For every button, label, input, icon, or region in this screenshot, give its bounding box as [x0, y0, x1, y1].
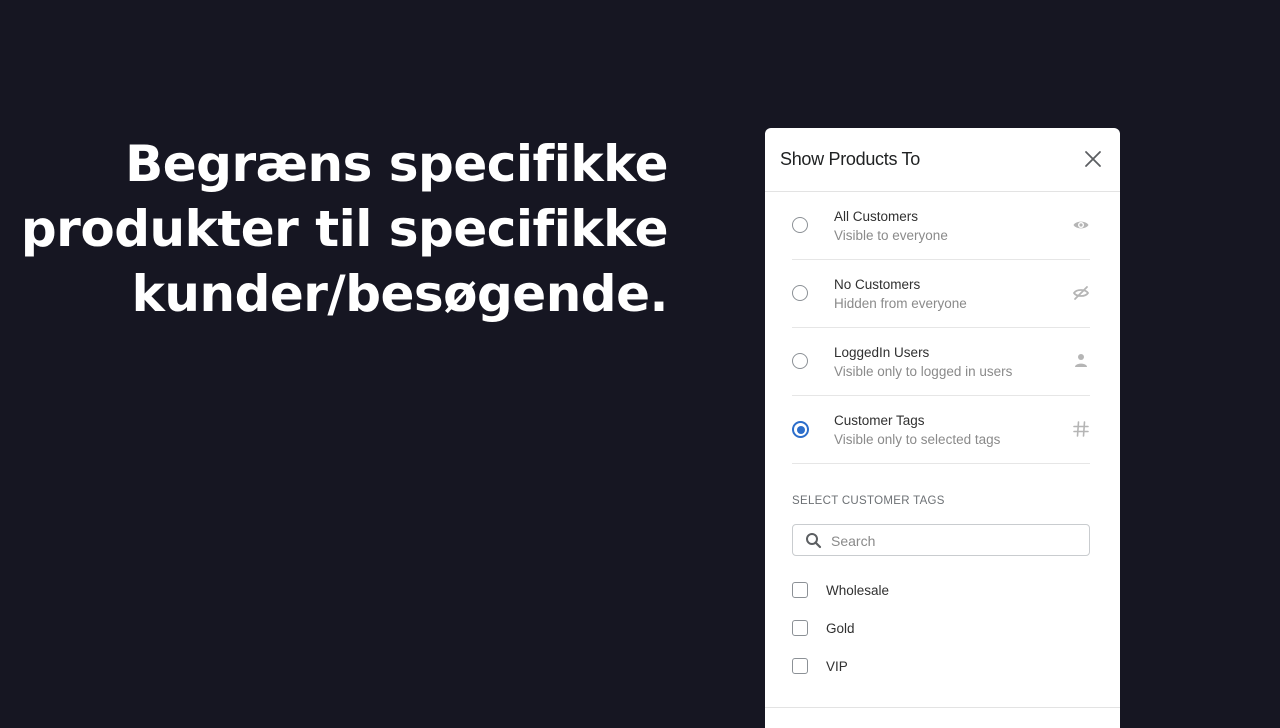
close-button[interactable]: [1082, 148, 1104, 170]
footer-divider: [765, 707, 1120, 708]
close-icon: [1085, 151, 1101, 167]
option-title: All Customers: [834, 209, 919, 224]
tag-item-vip[interactable]: VIP: [792, 658, 1120, 696]
headline-line-3: kunder/besøgende.: [131, 265, 669, 323]
radio-no-customers[interactable]: [792, 285, 808, 301]
eye-icon: [1073, 221, 1089, 229]
option-title: LoggedIn Users: [834, 345, 930, 360]
tag-label: Wholesale: [826, 583, 890, 598]
option-subtitle: Visible only to logged in users: [834, 364, 1013, 379]
panel-header: Show Products To: [765, 128, 1120, 192]
checkbox-gold[interactable]: [792, 620, 808, 636]
option-title: No Customers: [834, 277, 921, 292]
tag-label: Gold: [826, 621, 855, 636]
headline-line-1: Begræns specifikke: [125, 135, 668, 193]
radio-customer-tags[interactable]: [792, 421, 809, 438]
option-subtitle: Visible to everyone: [834, 228, 948, 243]
option-all-customers[interactable]: All Customers Visible to everyone: [792, 192, 1090, 260]
radio-loggedin-users[interactable]: [792, 353, 808, 369]
eye-off-icon: [1072, 286, 1090, 300]
option-subtitle: Visible only to selected tags: [834, 432, 1001, 447]
headline-line-2: produkter til specifikke: [20, 200, 669, 258]
tag-label: VIP: [826, 659, 848, 674]
checkbox-wholesale[interactable]: [792, 582, 808, 598]
headline: Begræns specifikke produkter til specifi…: [20, 132, 669, 327]
radio-all-customers[interactable]: [792, 217, 808, 233]
search-icon: [806, 533, 822, 549]
tag-item-gold[interactable]: Gold: [792, 620, 1120, 658]
customer-tag-list: Wholesale Gold VIP: [792, 582, 1120, 696]
panel-title: Show Products To: [780, 149, 920, 169]
show-products-panel: Show Products To All Customers Visible t…: [765, 128, 1120, 728]
user-icon: [1075, 354, 1087, 367]
option-customer-tags[interactable]: Customer Tags Visible only to selected t…: [792, 396, 1090, 464]
tag-search-field[interactable]: [792, 524, 1090, 557]
option-loggedin-users[interactable]: LoggedIn Users Visible only to logged in…: [792, 328, 1090, 396]
visibility-options: All Customers Visible to everyone No Cus…: [765, 192, 1120, 464]
checkbox-vip[interactable]: [792, 658, 808, 674]
tag-item-wholesale[interactable]: Wholesale: [792, 582, 1120, 620]
option-title: Customer Tags: [834, 413, 925, 428]
option-subtitle: Hidden from everyone: [834, 296, 967, 311]
select-customer-tags-label: SELECT CUSTOMER TAGS: [792, 495, 945, 507]
hashtag-icon: [1073, 421, 1089, 437]
tag-search-input[interactable]: [829, 525, 1083, 557]
option-no-customers[interactable]: No Customers Hidden from everyone: [792, 260, 1090, 328]
